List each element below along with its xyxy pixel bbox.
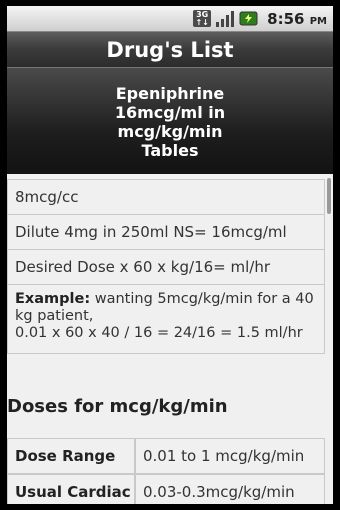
concentration-box: 8mcg/cc xyxy=(7,179,325,215)
app-title: Drug's List xyxy=(106,38,234,62)
signal-strength-icon xyxy=(215,10,235,27)
usual-cardiac-value: 0.03-0.3mcg/kg/min xyxy=(135,474,325,504)
dose-range-label: Dose Range xyxy=(7,438,135,474)
drug-unit-line: mcg/kg/min xyxy=(117,121,223,141)
content-scroll-area[interactable]: 8mcg/cc Dilute 4mg in 250ml NS= 16mcg/ml… xyxy=(7,174,333,504)
clock-ampm: PM xyxy=(309,15,327,27)
doses-section-title: Doses for mcg/kg/min xyxy=(7,396,228,417)
status-bar: 3G ↑↓ 8:56 PM xyxy=(7,6,333,31)
drug-tables-line: Tables xyxy=(141,140,199,160)
example-line: Example: wanting 5mcg/kg/min for a 40 kg… xyxy=(15,291,324,325)
formula-box: Desired Dose x 60 x kg/16= ml/hr xyxy=(7,249,325,285)
dilution-text: Dilute 4mg in 250ml NS= 16mcg/ml xyxy=(15,223,287,241)
formula-text: Desired Dose x 60 x kg/16= ml/hr xyxy=(15,258,270,276)
network-3g-icon: 3G ↑↓ xyxy=(193,10,212,27)
dose-range-value: 0.01 to 1 mcg/kg/min xyxy=(135,438,325,474)
app-title-bar: Drug's List xyxy=(7,31,333,68)
device-frame: 3G ↑↓ 8:56 PM Drug's List Epeniphrine 16… xyxy=(0,0,340,510)
example-calculation: 0.01 x 60 x 40 / 16 = 24/16 = 1.5 ml/hr xyxy=(15,325,303,341)
dilution-box: Dilute 4mg in 250ml NS= 16mcg/ml xyxy=(7,214,325,250)
battery-charging-icon xyxy=(239,10,259,27)
drug-header: Epeniphrine 16mcg/ml in mcg/kg/min Table… xyxy=(7,67,333,175)
scrollbar-thumb[interactable] xyxy=(327,178,331,214)
drug-name: Epeniphrine xyxy=(115,83,225,103)
network-activity-label: ↑↓ xyxy=(195,17,209,27)
drug-concentration-line: 16mcg/ml in xyxy=(114,102,226,122)
usual-cardiac-label: Usual Cardiac xyxy=(7,474,135,504)
table-row: Usual Cardiac 0.03-0.3mcg/kg/min xyxy=(7,474,325,504)
clock-time: 8:56 xyxy=(267,9,305,28)
table-row: Dose Range 0.01 to 1 mcg/kg/min xyxy=(7,438,325,474)
concentration-text: 8mcg/cc xyxy=(15,188,79,206)
example-label: Example: xyxy=(15,291,91,307)
drug-header-text: Epeniphrine 16mcg/ml in mcg/kg/min Table… xyxy=(115,84,225,160)
status-clock: 8:56 PM xyxy=(267,10,327,28)
example-box: Example: wanting 5mcg/kg/min for a 40 kg… xyxy=(7,284,325,354)
